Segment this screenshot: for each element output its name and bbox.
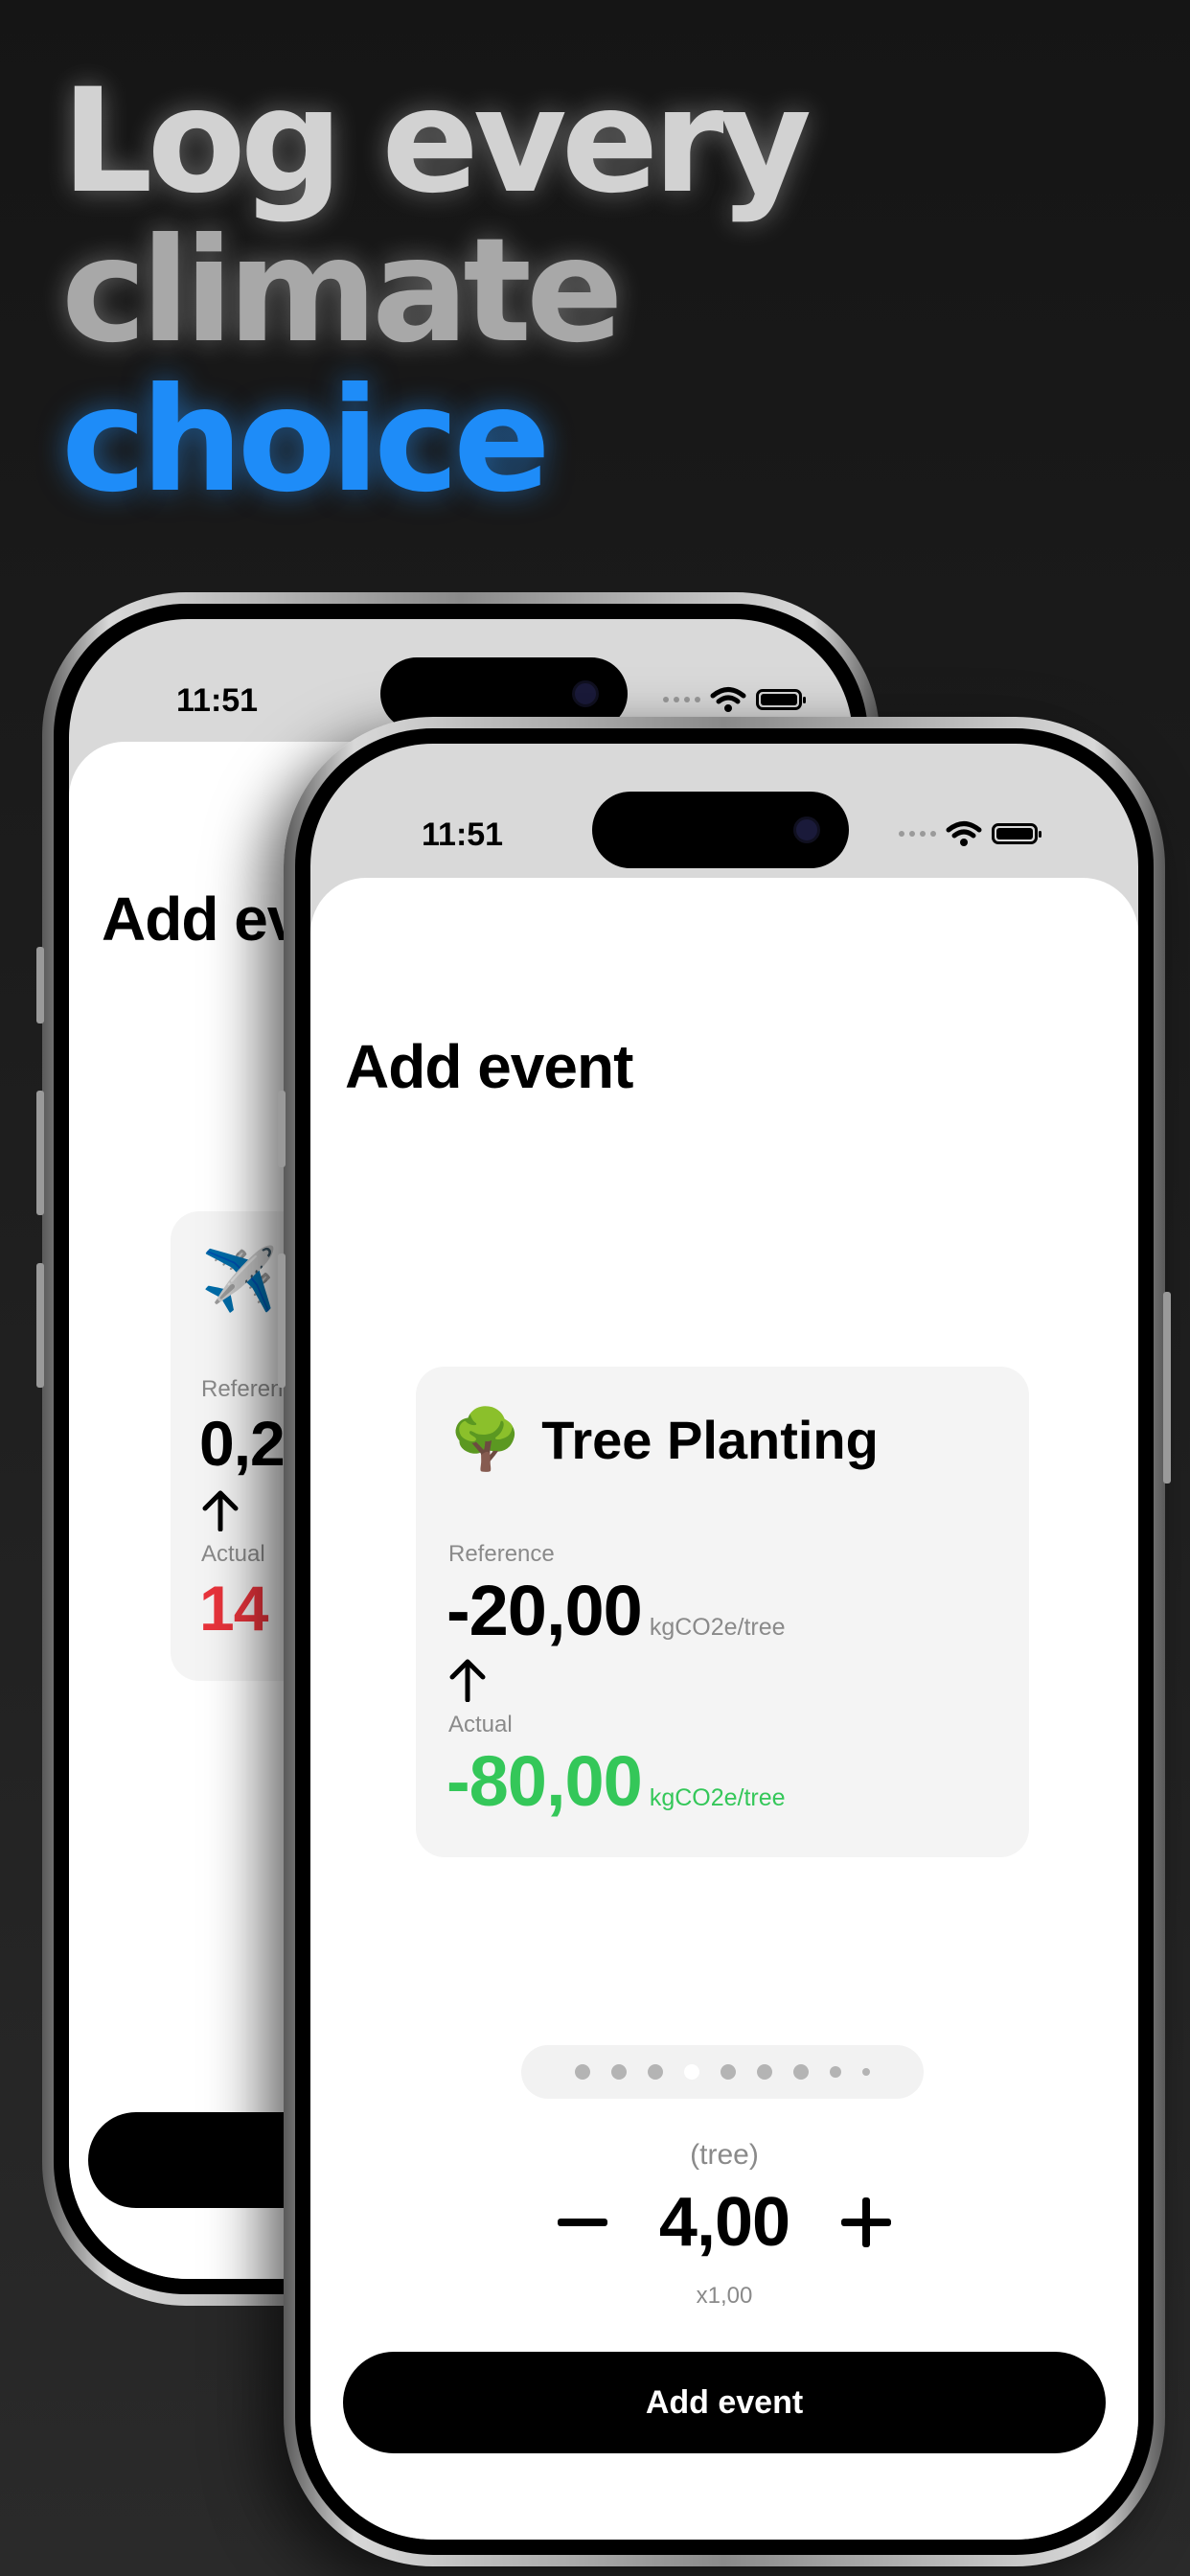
quantity-stepper: 4,00 (310, 2183, 1138, 2262)
add-event-sheet: Add event 🌳 Tree Planting Reference -20,… (310, 878, 1138, 2540)
page-indicator[interactable] (521, 2045, 924, 2099)
page-dot[interactable] (611, 2064, 627, 2080)
front-phone-screen: 11:51 Add event 🌳 Tree Planting Referenc… (310, 744, 1138, 2540)
add-event-button[interactable]: Add event (343, 2352, 1106, 2453)
back-actual-value: 14 (199, 1573, 268, 1644)
back-reference-value: 0,2 (199, 1408, 286, 1479)
reference-value: -20,00 (446, 1571, 643, 1650)
back-camera-icon (572, 680, 599, 707)
back-arrow-up-icon (202, 1490, 239, 1531)
event-card[interactable]: 🌳 Tree Planting Reference -20,00 kgCO2e/… (416, 1367, 1029, 1857)
page-dot[interactable] (757, 2064, 772, 2080)
arrow-up-icon (449, 1659, 486, 1702)
back-cellular-icon (663, 697, 700, 702)
airplane-icon: ✈️ (201, 1245, 278, 1314)
quantity-unit: (tree) (690, 2139, 759, 2171)
front-status-time: 11:51 (422, 816, 504, 853)
headline-line-3: choice (61, 357, 551, 524)
back-wifi-icon (710, 687, 746, 712)
headline-line-1: Log every (61, 58, 812, 225)
front-status-icons (899, 820, 1041, 847)
back-status-icons (663, 686, 806, 713)
minus-icon (557, 2219, 607, 2226)
quantity-multiplier: x1,00 (696, 2283, 753, 2309)
actual-unit: kgCO2e/tree (649, 1784, 786, 1811)
page-dot[interactable] (684, 2064, 699, 2080)
back-phone-action-button (36, 947, 44, 1024)
actual-value: -80,00 (446, 1741, 643, 1821)
actual-label: Actual (448, 1712, 513, 1737)
back-battery-icon (756, 689, 806, 710)
back-status-time: 11:51 (176, 682, 259, 719)
headline-line-2: climate (61, 208, 624, 375)
headline: Log every climate choice (61, 58, 812, 524)
front-battery-icon (992, 823, 1041, 844)
front-cellular-icon (899, 831, 936, 837)
reference-label: Reference (448, 1541, 555, 1567)
back-phone-volume-up (36, 1091, 44, 1215)
page-dot[interactable] (575, 2064, 590, 2080)
decrement-button[interactable] (554, 2194, 611, 2251)
page-dot[interactable] (830, 2066, 841, 2078)
page-dot[interactable] (862, 2068, 870, 2076)
front-wifi-icon (946, 821, 982, 846)
back-reference-label: Referen (201, 1376, 284, 1402)
quantity-value: 4,00 (658, 2184, 790, 2261)
sheet-title: Add event (345, 1032, 633, 1101)
back-phone-volume-down (36, 1263, 44, 1388)
tree-icon: 🌳 (448, 1407, 523, 1473)
plus-icon (841, 2197, 892, 2247)
page-dot[interactable] (721, 2064, 736, 2080)
front-phone: 11:51 Add event 🌳 Tree Planting Referenc… (278, 717, 1171, 2566)
page-dot[interactable] (793, 2064, 809, 2080)
front-phone-volume-up (278, 1254, 286, 1388)
reference-unit: kgCO2e/tree (649, 1614, 786, 1641)
front-dynamic-island (592, 792, 849, 868)
front-camera-icon (793, 816, 820, 843)
back-sheet-title: Add ev (102, 885, 301, 954)
front-phone-power-button (1163, 1292, 1171, 1484)
back-actual-label: Actual (201, 1541, 265, 1567)
page-dot[interactable] (648, 2064, 663, 2080)
front-phone-action-button (278, 1091, 286, 1167)
event-name: Tree Planting (541, 1410, 879, 1470)
increment-button[interactable] (837, 2194, 895, 2251)
front-phone-bezel: 11:51 Add event 🌳 Tree Planting Referenc… (295, 728, 1154, 2555)
